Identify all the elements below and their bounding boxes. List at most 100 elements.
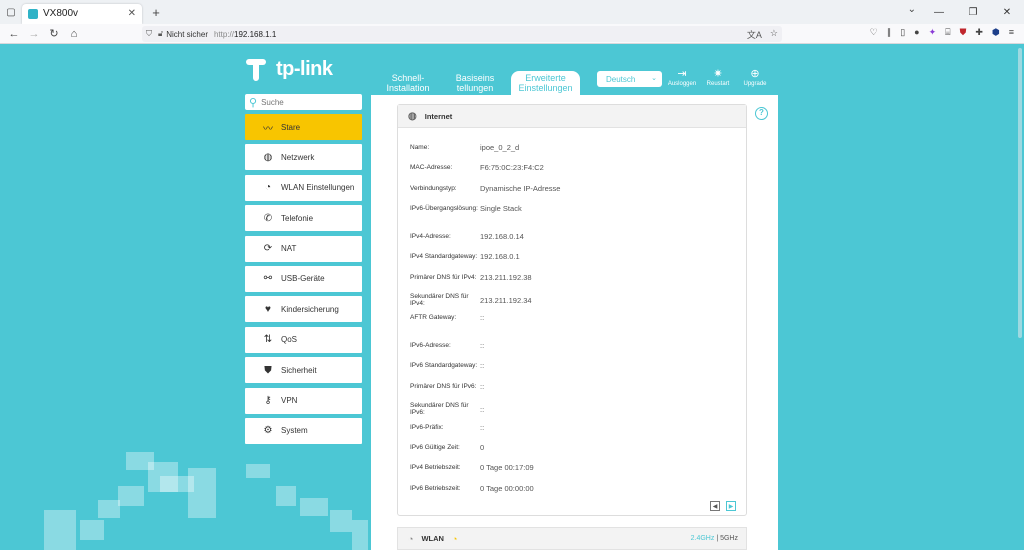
upgrade-button[interactable]: ⊕ Upgrade (738, 67, 772, 87)
sidebar-item-status[interactable]: 〰 Stare (245, 114, 362, 140)
nat-icon: ⟳ (263, 243, 273, 255)
qos-icon: ⇅ (263, 334, 273, 346)
tracking-shield-icon[interactable]: ⛉ (146, 29, 152, 39)
tab-quick-setup-line2: Installation (386, 83, 430, 93)
help-icon[interactable]: ? (755, 107, 768, 120)
info-row-value: 0 Tage 00:00:00 (480, 484, 534, 493)
minimize-icon[interactable]: — (922, 0, 956, 24)
info-row: IPv6 Gültige Zeit: 0 (410, 443, 484, 452)
puzzle-icon[interactable]: ✚ (975, 27, 983, 38)
tp-link-logo: tp-link (246, 58, 333, 81)
insecure-lock-icon[interactable]: 🔓︎ (158, 29, 163, 39)
search-input[interactable] (261, 97, 352, 107)
key-icon: ⚷ (264, 395, 272, 407)
tab-dropdown-icon[interactable]: ⌄ (908, 4, 916, 15)
info-row: Primärer DNS für IPv4: 213.211.192.38 (410, 273, 532, 282)
language-value: Deutsch (606, 74, 636, 84)
home-icon[interactable]: ⌂ (64, 28, 84, 40)
bookmark-star-icon[interactable]: ☆ (770, 28, 778, 41)
info-row-key: IPv4 Standardgateway: (410, 253, 478, 260)
insecure-label[interactable]: Nicht sicher (166, 30, 208, 39)
internet-panel-header: ◍ Internet (398, 105, 746, 128)
upgrade-label: Upgrade (743, 81, 767, 87)
next-page-button[interactable]: ▶ (726, 501, 736, 511)
info-row: IPv6-Adresse::: (410, 341, 484, 350)
extension-purple-icon[interactable]: ✦ (929, 27, 937, 38)
close-tab-icon[interactable]: ✕ (128, 8, 136, 19)
ublock-icon[interactable]: ⛊ (960, 27, 967, 38)
browser-tab-title: VX800v (43, 8, 79, 19)
info-row-value: 192.168.0.1 (480, 252, 520, 261)
search-icon: ⚲ (249, 96, 258, 109)
sidebar-item-system[interactable]: ⚙ System (245, 417, 362, 444)
info-row: IPv6-Präfix::: (410, 423, 484, 432)
tab-advanced-settings-line2: Einstellungen (518, 83, 573, 93)
url-bar[interactable]: ⛉ 🔓︎ Nicht sicher http:// 192.168.1.1 文A… (142, 26, 782, 42)
library-icon[interactable]: ∥ (887, 27, 892, 38)
band-2-4ghz[interactable]: 2.4GHz (691, 535, 715, 542)
url-protocol: http:// (213, 29, 234, 39)
reload-icon[interactable]: ↻ (44, 27, 64, 40)
info-row-value: 192.168.0.14 (480, 232, 524, 241)
previous-page-button[interactable]: ◀ (710, 501, 720, 511)
new-tab-icon[interactable]: + (146, 5, 166, 20)
phone-icon: ✆ (263, 212, 273, 224)
sidebar-item-nat[interactable]: ⟳ NAT (245, 235, 362, 262)
menu-icon[interactable]: ≡ (1009, 27, 1014, 38)
gear-icon: ⚙ (263, 425, 273, 437)
info-row-value: 0 Tage 00:17:09 (480, 463, 534, 472)
extension-gift-icon[interactable]: ⌸ (945, 27, 950, 38)
reboot-button[interactable]: ✷ Reustart (701, 67, 735, 87)
sidebar-item-wlan[interactable]: ◔ WLAN Einstellungen (245, 174, 362, 201)
info-row: MAC-Adresse: F6:75:0C:23:F4:C2 (410, 163, 544, 172)
forward-icon[interactable]: → (24, 28, 44, 40)
sidebar-item-label: USB-Geräte (281, 274, 325, 284)
info-row: IPv4-Adresse: 192.168.0.14 (410, 232, 524, 241)
sidebar-item-label: VPN (281, 396, 298, 406)
sidebar-item-security[interactable]: ⛊ Sicherheit (245, 357, 362, 384)
tp-link-favicon-icon (28, 8, 38, 19)
reboot-label: Reustart (706, 81, 730, 87)
close-window-icon[interactable]: ✕ (990, 0, 1024, 24)
info-row-value: :: (480, 423, 485, 432)
pocket-icon[interactable]: ♡ (870, 27, 878, 38)
sidebar-item-vpn[interactable]: ⚷ VPN (245, 387, 362, 414)
account-icon[interactable]: ● (914, 27, 919, 38)
heart-icon: ♥ (265, 303, 271, 315)
info-row: IPv4 Betriebszeit: 0 Tage 00:17:09 (410, 463, 534, 472)
sidebar-item-label: WLAN Einstellungen (281, 183, 355, 193)
back-icon[interactable]: ← (4, 28, 24, 40)
tab-quick-setup[interactable]: Schnell- Installation (378, 71, 438, 95)
info-row-key: IPv6 Gültige Zeit: (410, 444, 460, 451)
logout-label: Ausloggen (667, 81, 697, 87)
shield-icon: ⛊ (264, 364, 272, 376)
sidebar-item-network[interactable]: ◍ Netzwerk (245, 144, 362, 171)
tab-list-icon[interactable]: ▢ (0, 0, 22, 24)
info-row-key: IPv4-Adresse: (410, 233, 451, 240)
info-row: AFTR Gateway::: (410, 313, 484, 322)
page-scrollbar[interactable] (1018, 48, 1022, 338)
sidebar-item-parental-controls[interactable]: ♥ Kindersicherung (245, 296, 362, 323)
band-5ghz[interactable]: 5GHz (720, 535, 738, 542)
browser-tab[interactable]: VX800v ✕ (22, 3, 142, 24)
wlan-band-switch: 2.4GHz | 5GHz (691, 535, 738, 542)
info-row-key: IPv6-Präfix: (410, 424, 444, 431)
language-select[interactable]: Deutsch ⌄ (597, 71, 662, 87)
info-row-value: :: (480, 404, 485, 414)
info-row-value: Dynamische IP-Adresse (480, 184, 561, 193)
sidebar-item-telephony[interactable]: ✆ Telefonie (245, 205, 362, 232)
reboot-icon: ✷ (713, 68, 723, 80)
translate-icon[interactable]: 文A (747, 28, 762, 41)
info-row: Sekundärer DNS für IPv6::: (410, 402, 484, 416)
sidebar-item-label: NAT (281, 244, 297, 254)
sidebar-item-qos[interactable]: ⇅ QoS (245, 326, 362, 353)
wifi-icon: ◔ (264, 182, 272, 194)
sidebar-item-usb[interactable]: ⚯ USB-Geräte (245, 265, 362, 292)
tab-advanced-settings[interactable]: Erweiterte Einstellungen (511, 71, 580, 95)
tab-basic-settings[interactable]: Basiseins tellungen (446, 71, 504, 95)
extension-blue-icon[interactable]: ⬢ (992, 27, 1000, 38)
sidebar-icon[interactable]: ▯ (900, 27, 905, 38)
logout-button[interactable]: ⇥ Ausloggen (665, 67, 699, 87)
restore-icon[interactable]: ❐ (956, 0, 990, 24)
info-row-value: :: (480, 382, 485, 391)
